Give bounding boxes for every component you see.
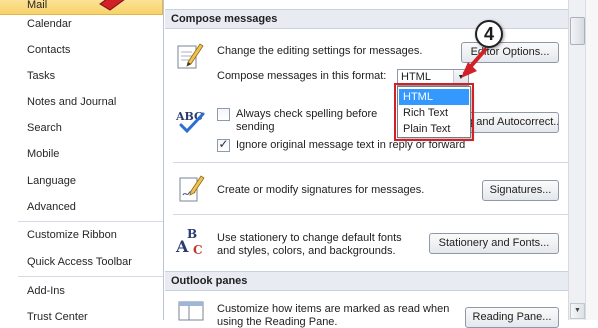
options-sidebar: Mail Calendar Contacts Tasks Notes and J…	[0, 0, 164, 323]
sidebar-item-label: Advanced	[27, 201, 76, 213]
sidebar-item-calendar[interactable]: Calendar	[0, 13, 163, 35]
sidebar-item-quick-access-toolbar[interactable]: Quick Access Toolbar	[0, 251, 163, 273]
sidebar-item-tasks[interactable]: Tasks	[0, 65, 163, 87]
sidebar-item-advanced[interactable]: Advanced	[0, 196, 163, 218]
step-number-badge: 4	[475, 20, 503, 48]
scroll-down-icon[interactable]: ▼	[570, 303, 585, 319]
window-edge	[585, 0, 598, 320]
annotation-arrow-icon	[99, 0, 125, 11]
options-main-panel: Compose messages Change the editing sett…	[165, 0, 568, 328]
sidebar-item-label: Notes and Journal	[27, 96, 117, 108]
sidebar-item-label: Search	[27, 122, 62, 134]
sidebar-item-contacts[interactable]: Contacts	[0, 39, 163, 61]
sidebar-item-label: Contacts	[27, 44, 71, 56]
sidebar-item-label: Calendar	[27, 18, 72, 30]
scrollbar-thumb[interactable]	[570, 17, 585, 45]
sidebar-item-search[interactable]: Search	[0, 117, 163, 139]
sidebar-item-label: Mail	[27, 0, 48, 11]
sidebar-item-customize-ribbon[interactable]: Customize Ribbon	[0, 224, 163, 246]
sidebar-item-trust-center[interactable]: Trust Center	[0, 306, 163, 328]
sidebar-divider	[18, 276, 163, 277]
sidebar-item-add-ins[interactable]: Add-Ins	[0, 280, 163, 302]
sidebar-item-label: Trust Center	[27, 311, 88, 323]
vertical-scrollbar[interactable]: ▼	[568, 0, 585, 320]
sidebar-item-label: Quick Access Toolbar	[27, 256, 132, 268]
sidebar-item-label: Add-Ins	[27, 285, 65, 297]
sidebar-item-label: Mobile	[27, 148, 60, 160]
sidebar-divider	[18, 221, 163, 222]
sidebar-item-language[interactable]: Language	[0, 170, 163, 192]
sidebar-item-notes-and-journal[interactable]: Notes and Journal	[0, 91, 163, 113]
sidebar-item-mobile[interactable]: Mobile	[0, 143, 163, 165]
sidebar-item-label: Tasks	[27, 70, 56, 82]
sidebar-item-label: Customize Ribbon	[27, 229, 117, 241]
annotation-arrow-icon	[461, 48, 487, 78]
sidebar-item-label: Language	[27, 175, 76, 187]
